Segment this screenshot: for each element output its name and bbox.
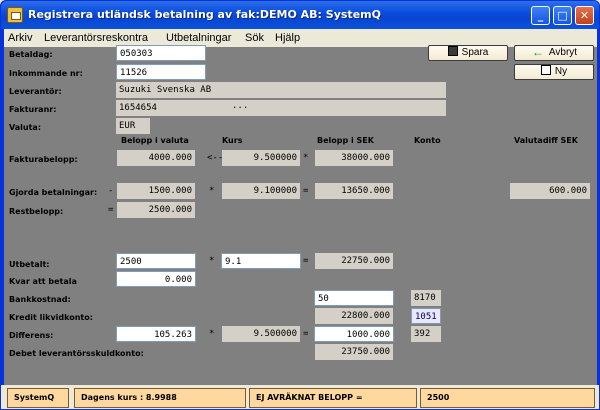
status-ej-avraknat: EJ AVRÄKNAT BELOPP =: [249, 388, 417, 408]
betaldag-label: Betaldag:: [9, 50, 53, 59]
app-icon: [7, 7, 23, 23]
kredit-sek-field: 22800.000: [315, 308, 393, 324]
app-window: Registrera utländsk betalning av fak:DEM…: [0, 0, 600, 410]
valuta-label: Valuta:: [9, 123, 42, 132]
title-bar[interactable]: Registrera utländsk betalning av fak:DEM…: [1, 1, 599, 29]
fakturabelopp-sek-field: 38000.000: [315, 150, 393, 166]
restbelopp-equals: =: [108, 205, 114, 215]
kvar-att-betala-field[interactable]: 0.000: [116, 271, 196, 287]
leverantor-label: Leverantör:: [9, 87, 62, 96]
form-area: Arkiv Leverantörsreskontra Utbetalningar…: [4, 29, 597, 408]
differens-multiply: *: [209, 329, 215, 339]
fakturabelopp-kurs-field: 9.500000: [222, 150, 300, 166]
kredit-likvidkonto-label: Kredit likvidkonto:: [9, 313, 93, 322]
status-belopp: 2500: [420, 388, 595, 408]
gjorda-sek-field: 13650.000: [315, 183, 393, 199]
header-kurs: Kurs: [222, 136, 243, 145]
menu-leverantorsreskontra[interactable]: Leverantörsreskontra: [44, 32, 148, 44]
fakturabelopp-multiply: *: [303, 153, 309, 163]
avbryt-button[interactable]: ← Avbryt: [514, 45, 594, 61]
menu-arkiv[interactable]: Arkiv: [8, 32, 32, 44]
gjorda-equals: =: [303, 186, 309, 196]
utbetalt-label: Utbetalt:: [9, 260, 50, 269]
status-dagens-kurs: Dagens kurs : 8.9988: [74, 388, 246, 408]
kvar-att-betala-label: Kvar att betala: [9, 277, 77, 286]
inkommande-label: Inkommande nr:: [9, 69, 83, 78]
fakturabelopp-arrow: <--: [207, 153, 224, 163]
spara-label: Spara: [461, 47, 489, 58]
differens-konto-field: 392: [411, 326, 441, 342]
debet-sek-field: 23750.000: [315, 344, 393, 360]
gjorda-kurs-field: 9.100000: [222, 183, 300, 199]
fakturabelopp-valuta-field: 4000.000: [117, 150, 195, 166]
spara-button[interactable]: Spara: [428, 45, 508, 61]
utbetalt-equals: =: [303, 256, 309, 266]
utbetalt-sek-field: 22750.000: [315, 253, 393, 269]
debet-leverantorsskuld-label: Debet leverantörsskuldkonto:: [9, 349, 144, 358]
differens-equals: =: [303, 329, 309, 339]
status-bar: SystemQ Dagens kurs : 8.9988 EJ AVRÄKNAT…: [1, 385, 599, 409]
menu-sok[interactable]: Sök: [245, 32, 264, 44]
gjorda-valuta-field: 1500.000: [117, 183, 195, 199]
gjorda-betalningar-label: Gjorda betalningar:: [9, 188, 98, 197]
leverantor-field: Suzuki Svenska AB: [116, 82, 446, 98]
menu-utbetalningar[interactable]: Utbetalningar: [166, 32, 231, 44]
differens-label: Differens:: [9, 331, 54, 340]
differens-kurs-field: 9.500000: [222, 326, 300, 342]
close-button[interactable]: ✕: [575, 6, 594, 25]
gjorda-minus: -: [108, 186, 114, 196]
header-konto: Konto: [414, 136, 441, 145]
ny-button[interactable]: Ny: [514, 64, 594, 80]
differens-sek-input[interactable]: 1000.000: [314, 326, 394, 342]
restbelopp-valuta-field: 2500.000: [117, 202, 195, 218]
back-arrow-icon: ←: [531, 45, 544, 59]
bankkostnad-input[interactable]: 50: [314, 290, 394, 306]
minimize-button[interactable]: _: [531, 6, 550, 25]
header-belopp-sek: Belopp i SEK: [317, 136, 374, 145]
menu-hjalp[interactable]: Hjälp: [275, 32, 300, 44]
header-valutadiff: Valutadiff SEK: [514, 136, 578, 145]
gjorda-valutadiff-field: 600.000: [510, 183, 590, 199]
utbetalt-multiply: *: [209, 256, 215, 266]
inkommande-field[interactable]: 11526: [116, 64, 206, 80]
kredit-konto-field[interactable]: 1051: [411, 308, 441, 324]
new-document-icon: [540, 65, 551, 75]
fakturabelopp-label: Fakturabelopp:: [9, 155, 78, 164]
utbetalt-valuta-input[interactable]: 2500: [116, 253, 196, 269]
save-icon: [447, 46, 458, 56]
valuta-field: EUR: [116, 118, 150, 134]
fakturanr-field[interactable]: 1654654: [116, 100, 446, 116]
differens-valuta-input[interactable]: 105.263: [116, 326, 196, 342]
betaldag-field[interactable]: 050303: [116, 45, 206, 61]
maximize-button[interactable]: □: [553, 6, 572, 25]
window-title: Registrera utländsk betalning av fak:DEM…: [28, 8, 381, 21]
bankkostnad-konto-field: 8170: [411, 290, 441, 306]
bankkostnad-label: Bankkostnad:: [9, 295, 71, 304]
ny-label: Ny: [554, 66, 568, 77]
gjorda-multiply: *: [209, 186, 215, 196]
header-belopp-valuta: Belopp i valuta: [121, 136, 189, 145]
avbryt-label: Avbryt: [548, 47, 578, 58]
utbetalt-kurs-input[interactable]: 9.1: [221, 253, 301, 269]
menu-bar: Arkiv Leverantörsreskontra Utbetalningar…: [4, 29, 597, 47]
fakturanr-label: Fakturanr:: [9, 105, 57, 114]
restbelopp-label: Restbelopp:: [9, 207, 64, 216]
fakturanr-lookup-button[interactable]: ...: [232, 101, 248, 111]
status-app: SystemQ: [7, 388, 69, 408]
